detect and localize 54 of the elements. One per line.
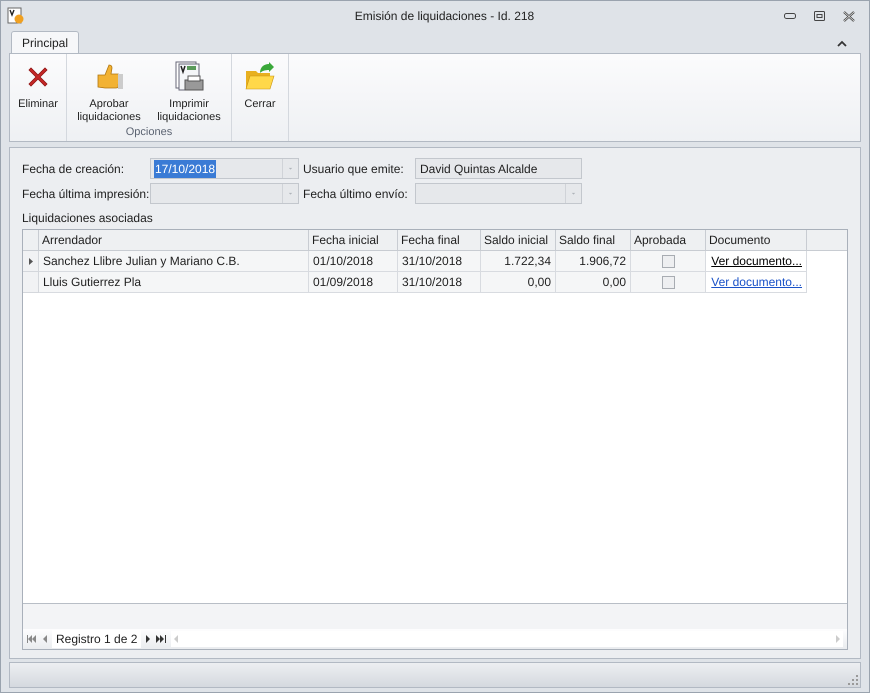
date-dropdown[interactable]: 17/10/2018 xyxy=(150,158,299,179)
date-dropdown[interactable] xyxy=(150,183,299,204)
column-header[interactable]: Saldo final xyxy=(556,230,631,250)
previous-record-icon[interactable] xyxy=(42,635,47,643)
field-label: Fecha último envío: xyxy=(303,186,409,202)
checkbox[interactable] xyxy=(662,254,674,268)
minimize-icon[interactable] xyxy=(784,13,796,19)
checkbox[interactable] xyxy=(662,276,674,288)
document-link[interactable]: Ver documento... xyxy=(711,273,802,291)
table-cell: 31/10/2018 xyxy=(398,272,481,293)
table-cell: 1.722,34 xyxy=(481,251,556,272)
text-field[interactable]: David Quintas Alcalde xyxy=(415,158,582,179)
table-cell: 01/09/2018 xyxy=(309,272,398,293)
table-cell: Sanchez Llibre Julian y Mariano C.B. xyxy=(39,251,309,272)
resize-grip-icon[interactable] xyxy=(848,675,858,685)
group-label: Opciones xyxy=(124,125,174,140)
ribbon-button[interactable]: Imprimir liquidaciones xyxy=(149,54,229,124)
collapse-ribbon-icon[interactable] xyxy=(837,40,847,47)
row-indicator[interactable] xyxy=(23,251,39,272)
document-link[interactable]: Ver documento... xyxy=(711,252,802,270)
ribbon-button[interactable]: Cerrar xyxy=(234,54,286,141)
column-header[interactable]: Aprobada xyxy=(631,230,706,250)
record-counter: Registro 1 de 2 xyxy=(52,630,142,648)
scroll-right-icon[interactable] xyxy=(836,635,841,643)
column-header[interactable]: Saldo inicial xyxy=(481,230,556,250)
scroll-left-icon[interactable] xyxy=(173,635,178,643)
section-title: Liquidaciones asociadas xyxy=(22,210,154,227)
column-header[interactable]: Fecha inicial xyxy=(309,230,398,250)
current-row-icon xyxy=(28,258,32,264)
maximize-icon[interactable] xyxy=(814,11,825,21)
field-label: Fecha de creación: xyxy=(22,160,126,178)
table-cell: 31/10/2018 xyxy=(398,251,481,272)
ribbon-button[interactable]: Eliminar xyxy=(12,54,64,141)
window-title: Emisión de liquidaciones - Id. 218 xyxy=(354,8,534,25)
ribbon-button[interactable]: Aprobar liquidaciones xyxy=(69,54,149,124)
last-record-icon[interactable] xyxy=(156,635,166,643)
field-value: David Quintas Alcalde xyxy=(419,160,538,178)
table-cell: 01/10/2018 xyxy=(309,251,398,272)
first-record-icon[interactable] xyxy=(27,635,37,643)
table-cell: 0,00 xyxy=(556,272,631,293)
date-dropdown[interactable] xyxy=(415,183,582,204)
column-header[interactable]: Arrendador xyxy=(39,230,309,250)
column-header[interactable]: Documento xyxy=(706,230,807,250)
close-icon[interactable] xyxy=(843,10,855,22)
column-header[interactable]: Fecha final xyxy=(398,230,481,250)
table-cell: 0,00 xyxy=(481,272,556,293)
field-label: Usuario que emite: xyxy=(303,160,405,178)
field-value: 17/10/2018 xyxy=(154,160,216,178)
field-label: Fecha última impresión: xyxy=(22,186,146,202)
app-icon xyxy=(7,7,25,25)
table-cell: Lluis Gutierrez Pla xyxy=(39,272,309,293)
next-record-icon[interactable] xyxy=(146,635,152,643)
ribbon-tab[interactable]: Principal xyxy=(11,31,80,53)
table-cell: 1.906,72 xyxy=(556,251,631,272)
